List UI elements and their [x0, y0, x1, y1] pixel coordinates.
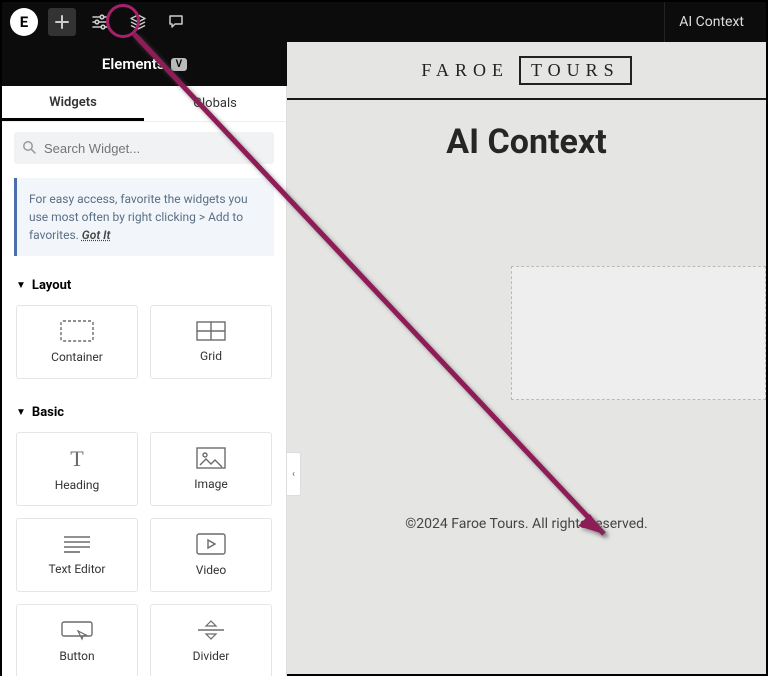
search-icon — [22, 140, 36, 154]
widget-label: Container — [51, 350, 103, 364]
panel-badge: V — [171, 58, 188, 71]
tab-widgets[interactable]: Widgets — [2, 86, 144, 121]
site-brand: FAROE TOURS — [421, 56, 631, 85]
plus-icon — [55, 15, 69, 29]
widget-image[interactable]: Image — [150, 432, 272, 506]
section-basic-title: Basic — [32, 405, 64, 420]
structure-button[interactable] — [124, 8, 152, 36]
panel-header: Elements V — [2, 42, 287, 86]
page-title: AI Context — [287, 100, 766, 184]
text-editor-icon — [62, 534, 92, 554]
site-header: FAROE TOURS — [287, 42, 766, 100]
widget-label: Heading — [55, 478, 100, 492]
svg-text:T: T — [70, 446, 84, 470]
page-tab[interactable]: AI Context — [664, 2, 758, 42]
caret-down-icon: ▼ — [16, 280, 26, 291]
widget-label: Text Editor — [49, 562, 106, 576]
search-wrap — [2, 122, 286, 174]
image-icon — [196, 447, 226, 469]
top-bar: E AI Context — [2, 2, 766, 42]
search-input[interactable] — [14, 132, 274, 164]
section-basic-header[interactable]: ▼ Basic — [2, 395, 286, 426]
container-icon — [60, 320, 94, 342]
widget-label: Image — [194, 477, 227, 491]
video-icon — [196, 533, 226, 555]
widget-heading[interactable]: T Heading — [16, 432, 138, 506]
empty-container-dropzone[interactable] — [511, 266, 766, 400]
panel-title: Elements — [102, 55, 165, 73]
grid-icon — [196, 321, 226, 341]
site-footer-text: ©2024 Faroe Tours. All rights reserved. — [287, 516, 766, 532]
brand-right: TOURS — [519, 56, 632, 85]
widget-container[interactable]: Container — [16, 305, 138, 379]
widget-divider[interactable]: Divider — [150, 604, 272, 676]
layers-icon — [129, 13, 147, 31]
heading-icon: T — [63, 446, 91, 470]
widget-label: Divider — [193, 649, 230, 663]
elementor-logo[interactable]: E — [10, 8, 38, 36]
widget-label: Grid — [200, 349, 222, 363]
chat-icon — [167, 13, 185, 31]
layout-widgets: Container Grid — [2, 299, 286, 395]
divider-icon — [196, 619, 226, 641]
elements-panel: Widgets Globals For easy access, favorit… — [2, 86, 287, 676]
widget-grid[interactable]: Grid — [150, 305, 272, 379]
editor-canvas: ‹ FAROE TOURS AI Context ©2024 Faroe Tou… — [287, 42, 766, 674]
panel-tabs: Widgets Globals — [2, 86, 286, 122]
button-icon — [60, 619, 94, 641]
widget-video[interactable]: Video — [150, 518, 272, 592]
notes-button[interactable] — [162, 8, 190, 36]
tab-globals[interactable]: Globals — [144, 86, 286, 121]
notice-dismiss-link[interactable]: Got It — [82, 228, 111, 242]
widget-label: Video — [196, 563, 227, 577]
widget-button[interactable]: Button — [16, 604, 138, 676]
widget-text-editor[interactable]: Text Editor — [16, 518, 138, 592]
add-element-button[interactable] — [48, 8, 76, 36]
brand-left: FAROE — [421, 60, 509, 81]
widget-label: Button — [59, 649, 94, 663]
section-layout-title: Layout — [32, 278, 71, 293]
section-layout-header[interactable]: ▼ Layout — [2, 268, 286, 299]
settings-button[interactable] — [86, 8, 114, 36]
panel-collapse-handle[interactable]: ‹ — [287, 452, 301, 496]
favorites-notice: For easy access, favorite the widgets yo… — [14, 178, 274, 256]
sliders-icon — [91, 13, 109, 31]
notice-text: For easy access, favorite the widgets yo… — [29, 192, 248, 242]
caret-down-icon: ▼ — [16, 407, 26, 418]
basic-widgets: T Heading Image Text Editor Video — [2, 426, 286, 676]
